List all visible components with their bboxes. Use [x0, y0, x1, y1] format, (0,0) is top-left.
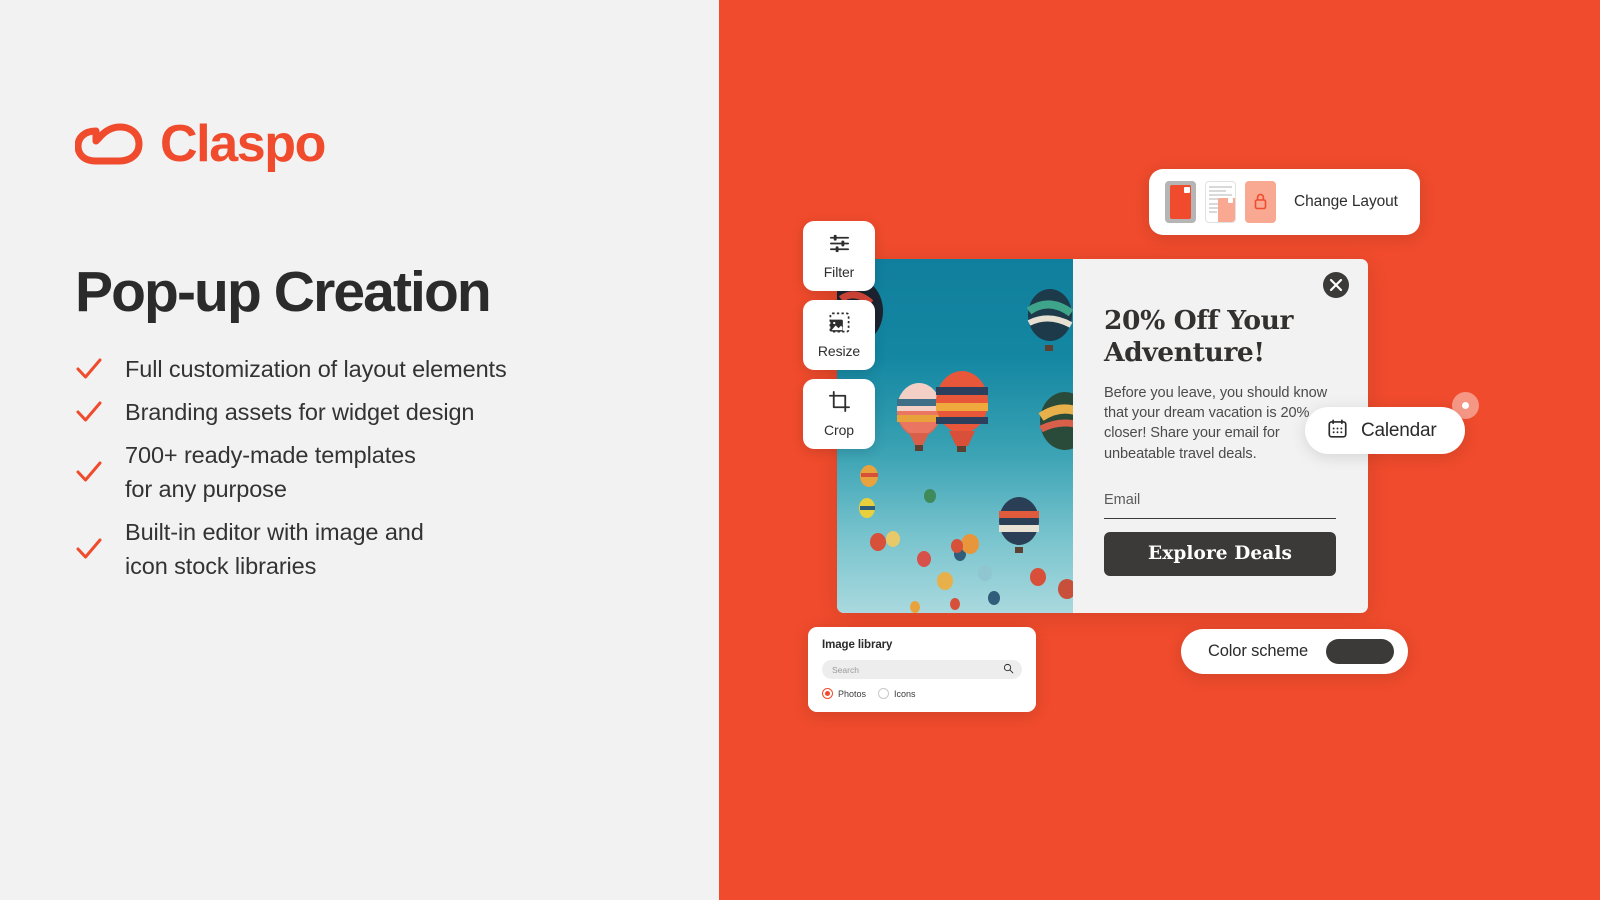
feature-list: Full customization of layout elements Br…	[75, 352, 655, 592]
left-marketing-panel: Claspo Pop-up Creation Full customizatio…	[0, 0, 719, 900]
image-library-title: Image library	[822, 639, 893, 651]
crop-icon	[828, 390, 851, 418]
calendar-pill[interactable]: Calendar	[1305, 407, 1465, 454]
cursor-indicator	[1452, 392, 1479, 419]
list-item: Full customization of layout elements	[75, 352, 655, 386]
image-library-filter-group: Photos Icons	[822, 688, 1022, 699]
search-input-placeholder: Search	[832, 664, 859, 675]
list-item-label: Branding assets for widget design	[125, 399, 475, 426]
radio-option-label: Photos	[838, 688, 867, 699]
layout-centered-thumb[interactable]	[1165, 181, 1196, 223]
radio-icon-unselected[interactable]	[878, 688, 890, 699]
calendar-pill-label: Calendar	[1361, 419, 1437, 441]
explore-deals-button[interactable]: Explore Deals	[1104, 531, 1336, 576]
close-icon[interactable]	[1323, 272, 1349, 298]
list-item-label: 700+ ready-made templates for any purpos…	[125, 442, 416, 503]
tool-button-label: Resize	[817, 343, 861, 359]
search-icon[interactable]	[1003, 661, 1014, 679]
tool-button-label: Filter	[823, 264, 855, 280]
popup-title: 20% Off Your Adventure!	[1104, 305, 1294, 369]
calendar-icon	[1327, 418, 1348, 444]
radio-option-icons[interactable]: Icons	[878, 688, 916, 699]
tool-button-label: Crop	[824, 422, 854, 438]
change-layout-card[interactable]: Change Layout	[1149, 169, 1420, 235]
radio-option-label: Icons	[894, 688, 916, 699]
layout-locked-thumb[interactable]	[1245, 181, 1276, 223]
list-item: Built-in editor with image and icon stoc…	[75, 515, 655, 583]
tool-button-resize[interactable]: Resize	[803, 300, 875, 370]
radio-option-photos[interactable]: Photos	[822, 688, 866, 699]
color-swatch[interactable]	[1326, 639, 1394, 664]
image-library-card: Image library Search Photos Icons	[808, 627, 1036, 712]
popup-widget-preview: 20% Off Your Adventure! Before you leave…	[837, 259, 1368, 613]
radio-icon-selected[interactable]	[822, 688, 833, 699]
claspo-wordmark: Claspo	[160, 115, 326, 173]
list-item: 700+ ready-made templates for any purpos…	[75, 438, 655, 506]
list-item: Branding assets for widget design	[75, 395, 655, 429]
layout-split-thumb[interactable]	[1205, 181, 1236, 223]
search-input[interactable]: Search	[822, 660, 1022, 679]
popup-description: Before you leave, you should know that y…	[1104, 384, 1328, 462]
check-icon	[75, 535, 103, 563]
list-item-label: Full customization of layout elements	[125, 356, 507, 382]
check-icon	[75, 398, 103, 426]
product-showcase-panel: 20% Off Your Adventure! Before you leave…	[719, 0, 1600, 900]
email-field[interactable]: Email	[1104, 491, 1336, 519]
check-icon	[75, 458, 103, 486]
list-item-label: Built-in editor with image and icon stoc…	[125, 519, 424, 580]
tool-button-filter[interactable]: Filter	[803, 221, 875, 291]
color-scheme-label: Color scheme	[1208, 642, 1308, 660]
resize-image-icon	[828, 311, 851, 339]
check-icon	[75, 355, 103, 383]
claspo-logo: Claspo	[74, 115, 326, 173]
email-field-label: Email	[1104, 491, 1141, 508]
tool-button-crop[interactable]: Crop	[803, 379, 875, 449]
page-title: Pop-up Creation	[75, 260, 492, 324]
claspo-cloud-logo-icon	[74, 121, 147, 167]
color-scheme-pill[interactable]: Color scheme	[1181, 629, 1408, 674]
sliders-icon	[828, 232, 851, 260]
change-layout-label: Change Layout	[1294, 193, 1398, 210]
